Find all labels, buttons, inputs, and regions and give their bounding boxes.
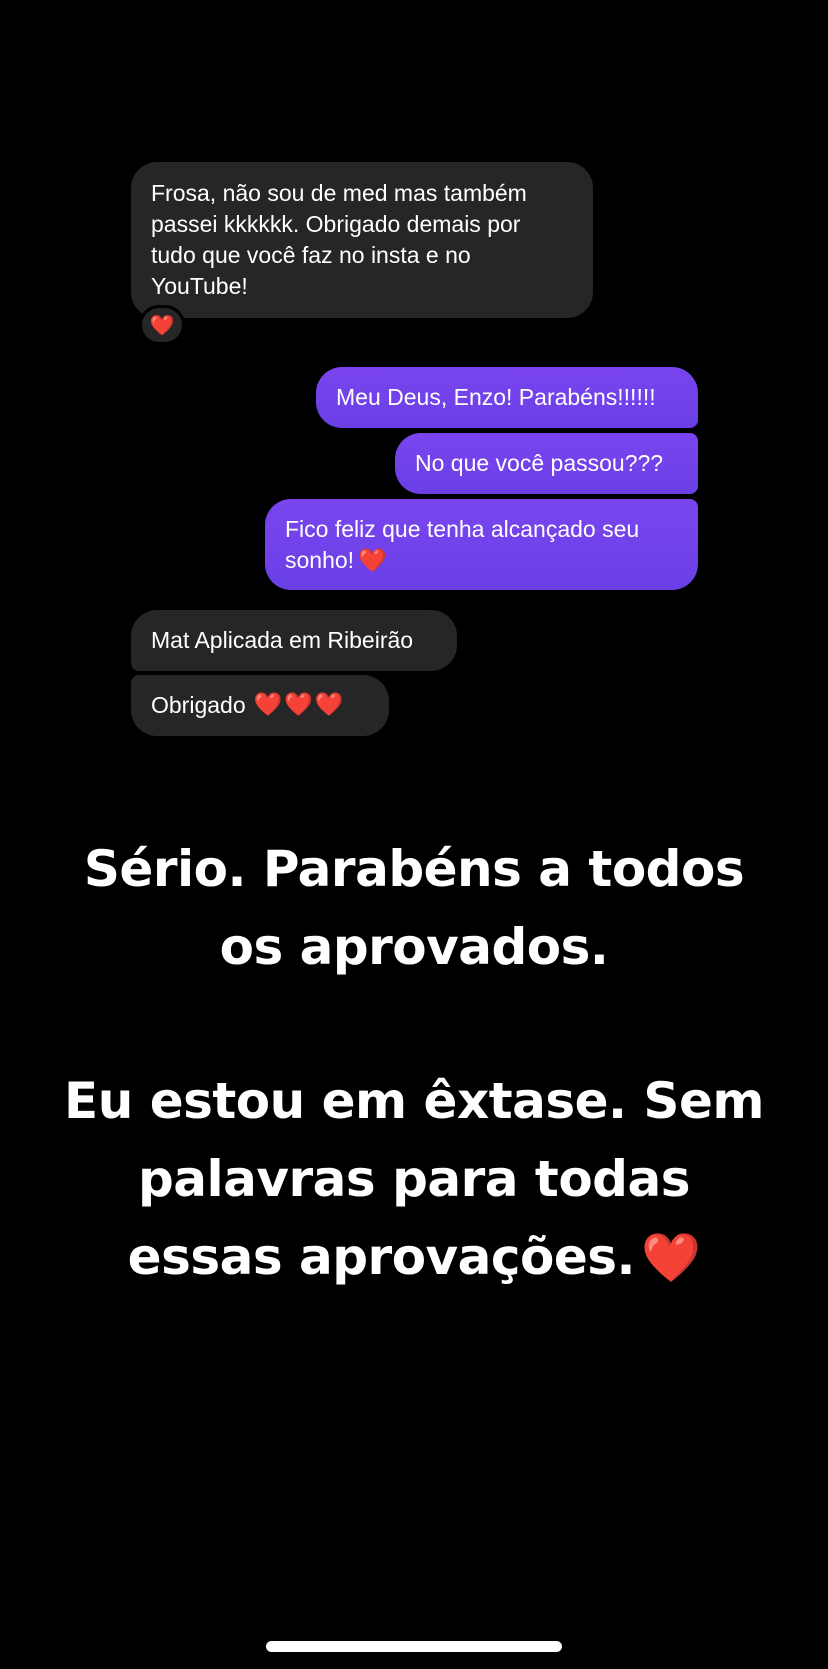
message-text: Frosa, não sou de med mas também passei …: [151, 178, 527, 302]
message-outgoing-2: No que você passou???: [395, 433, 698, 494]
caption-line: palavras para todas: [138, 1150, 690, 1208]
message-incoming-3: Obrigado ❤️❤️❤️: [131, 675, 389, 736]
home-indicator-bar[interactable]: [266, 1641, 562, 1652]
caption-line: Sério. Parabéns a todos: [83, 840, 745, 898]
story-caption-paragraph-1: Sério. Parabéns a todos os aprovados.: [40, 830, 788, 986]
message-text: Obrigado: [151, 692, 246, 718]
heart-reaction-icon: ❤️: [139, 305, 185, 345]
message-text: No que você passou???: [415, 450, 664, 476]
message-line: passei kkkkkk. Obrigado demais por: [151, 211, 521, 237]
message-line-with-emoji: sonho! ❤️: [285, 545, 639, 577]
caption-line: essas aprovações.: [127, 1228, 636, 1286]
message-incoming-1: Frosa, não sou de med mas também passei …: [131, 162, 593, 318]
message-text: Meu Deus, Enzo! Parabéns!!!!!!: [336, 384, 656, 410]
heart-icon: ❤️: [641, 1230, 701, 1286]
caption-line-with-emoji: essas aprovações. ❤️: [40, 1218, 788, 1297]
caption-line: Eu estou em êxtase. Sem: [64, 1072, 764, 1130]
message-outgoing-3: Fico feliz que tenha alcançado seu sonho…: [265, 499, 698, 590]
story-canvas: Frosa, não sou de med mas também passei …: [0, 0, 828, 1669]
message-line: YouTube!: [151, 273, 248, 299]
message-line: sonho!: [285, 547, 355, 573]
caption-line: os aprovados.: [219, 918, 609, 976]
message-incoming-2: Mat Aplicada em Ribeirão: [131, 610, 457, 671]
heart-icon: ❤️❤️❤️: [253, 692, 346, 718]
message-line: tudo que você faz no insta e no: [151, 242, 471, 268]
message-line: Frosa, não sou de med mas também: [151, 180, 527, 206]
heart-icon: ❤️: [358, 548, 387, 574]
story-caption-paragraph-2: Eu estou em êxtase. Sem palavras para to…: [40, 1062, 788, 1297]
message-text: Mat Aplicada em Ribeirão: [151, 627, 414, 653]
message-outgoing-1: Meu Deus, Enzo! Parabéns!!!!!!: [316, 367, 698, 428]
message-text: Fico feliz que tenha alcançado seu sonho…: [285, 514, 639, 577]
message-line: Fico feliz que tenha alcançado seu: [285, 516, 640, 542]
